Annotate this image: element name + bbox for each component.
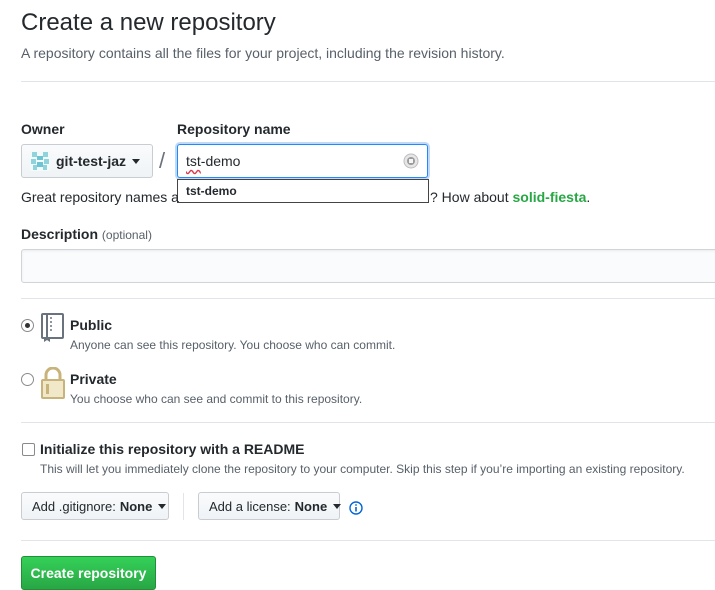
chevron-down-icon xyxy=(333,503,342,509)
hint-text: ? How about xyxy=(430,189,513,205)
owner-name: git-test-jaz xyxy=(56,153,126,169)
radio-selected-dot xyxy=(25,323,30,328)
public-title: Public xyxy=(70,317,113,333)
gitignore-label: Add .gitignore: xyxy=(32,498,116,514)
description-label: Description (optional) xyxy=(21,226,152,242)
private-radio[interactable] xyxy=(21,373,34,386)
description-optional: (optional) xyxy=(101,228,152,242)
private-title: Private xyxy=(70,371,117,387)
repo-icon xyxy=(41,313,64,342)
owner-select[interactable]: git-test-jaz xyxy=(21,144,153,178)
repo-name-misspelled: tst xyxy=(186,153,201,169)
repo-name-value-rest: -demo xyxy=(200,153,241,169)
repo-name-value: tst-demo xyxy=(186,153,403,169)
license-label: Add a license: xyxy=(209,498,291,514)
divider xyxy=(21,422,715,423)
init-readme-checkbox[interactable] xyxy=(22,443,35,456)
repo-name-label: Repository name xyxy=(177,121,291,137)
autocomplete-suggestion[interactable]: tst-demo xyxy=(177,179,429,203)
suggested-name-link[interactable]: solid-fiesta xyxy=(513,189,587,205)
page-subtitle: A repository contains all the files for … xyxy=(21,45,505,61)
gitignore-select[interactable]: Add .gitignore: None xyxy=(21,492,169,520)
description-input[interactable] xyxy=(21,249,715,283)
select-separator xyxy=(183,493,184,520)
init-readme-title: Initialize this repository with a README xyxy=(40,441,305,457)
owner-repo-separator: / xyxy=(159,148,166,173)
public-radio[interactable] xyxy=(21,319,34,332)
info-icon[interactable] xyxy=(349,501,363,515)
divider xyxy=(21,298,715,299)
repo-name-hint-start: Great repository names a xyxy=(21,189,179,205)
page-title: Create a new repository xyxy=(21,9,276,36)
divider xyxy=(21,81,715,82)
chevron-down-icon xyxy=(158,503,167,509)
owner-avatar-icon xyxy=(30,151,50,171)
description-label-text: Description xyxy=(21,226,99,242)
license-select[interactable]: Add a license: None xyxy=(198,492,342,520)
create-repository-button[interactable]: Create repository xyxy=(21,556,156,590)
spinner-icon xyxy=(403,153,419,169)
public-description: Anyone can see this repository. You choo… xyxy=(70,338,396,352)
repo-name-hint-end: ? How about solid-fiesta. xyxy=(430,189,590,205)
owner-label: Owner xyxy=(21,121,65,137)
divider xyxy=(21,540,715,541)
gitignore-value: None xyxy=(119,498,153,514)
private-description: You choose who can see and commit to thi… xyxy=(70,392,363,406)
init-readme-description: This will let you immediately clone the … xyxy=(40,462,685,476)
chevron-down-icon xyxy=(132,158,140,164)
lock-icon xyxy=(41,367,65,399)
license-value: None xyxy=(294,498,328,514)
repo-name-input[interactable]: tst-demo xyxy=(177,144,428,178)
hint-period: . xyxy=(586,189,591,205)
